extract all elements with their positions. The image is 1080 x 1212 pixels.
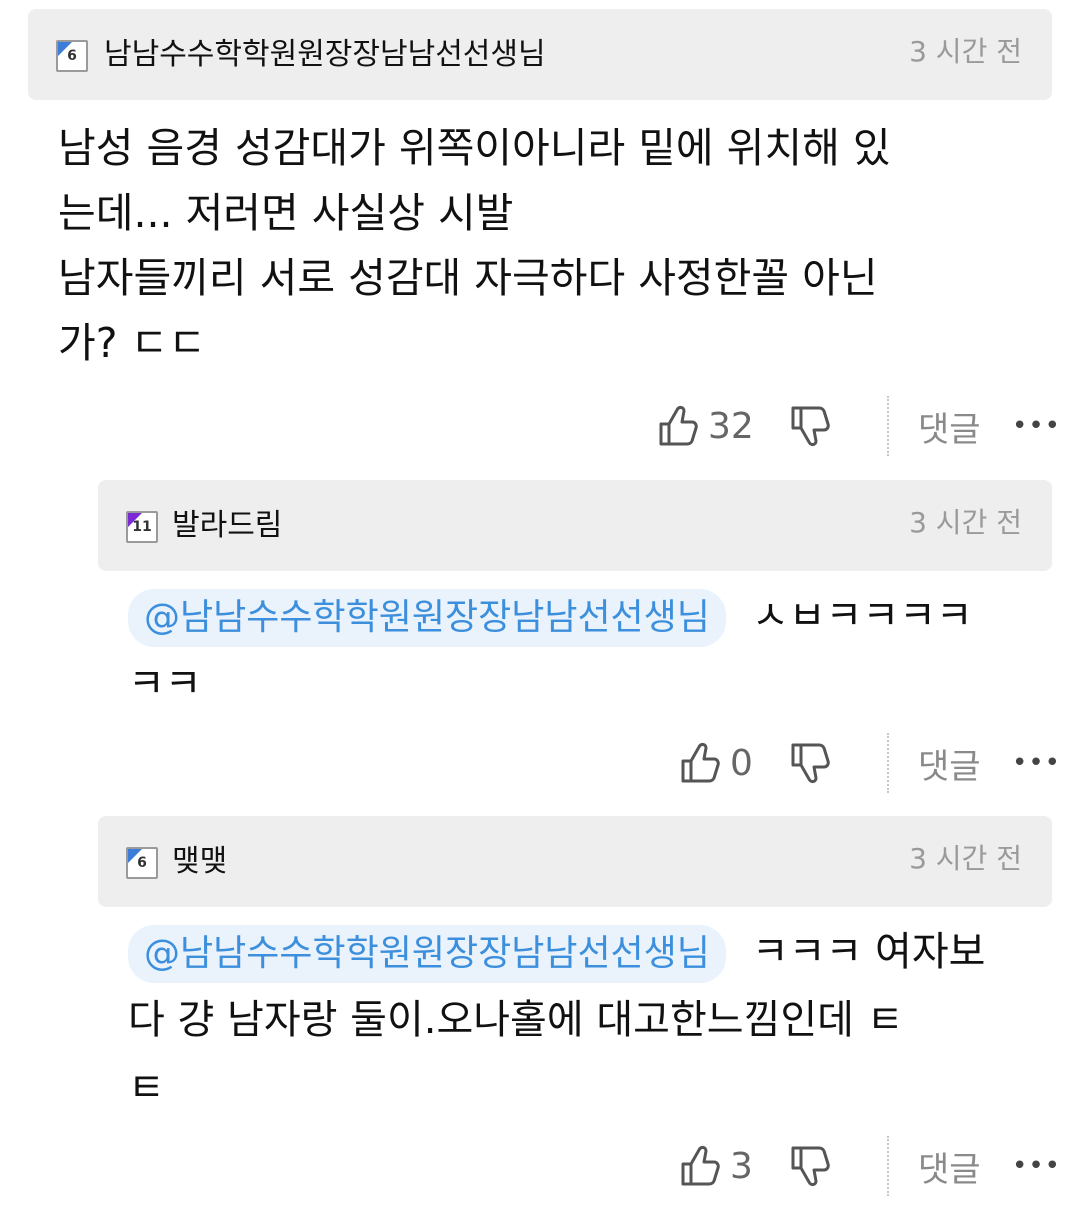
like-count: 32 <box>708 405 754 447</box>
reply-button[interactable]: 댓글 <box>918 396 981 456</box>
thumbs-down-icon <box>790 1144 830 1188</box>
divider <box>887 733 889 793</box>
username[interactable]: 맺맺 <box>172 842 227 882</box>
reply-header: 6 맺맺 3 시간 전 <box>98 816 1052 907</box>
level-badge-icon: 6 <box>56 40 88 72</box>
thumbs-down-icon <box>790 741 830 785</box>
comment-actions: 32 댓글 ••• <box>0 396 1080 456</box>
username[interactable]: 남남수수학학원원장장남남선선생님 <box>104 35 546 75</box>
more-dots-icon: ••• <box>1012 1151 1062 1181</box>
reply-button[interactable]: 댓글 <box>918 1136 981 1196</box>
dislike-button[interactable] <box>790 733 830 793</box>
comment-body: 남성 음경 성감대가 위쪽이아니라 밑에 위치해 있 는데... 저러면 사실상… <box>58 116 1048 376</box>
like-button[interactable]: 0 <box>680 733 753 793</box>
reply-body: @남남수수학학원원장장남남선선생님 ㅅㅂㅋㅋㅋㅋ ㅋㅋ <box>128 582 1048 718</box>
like-count: 3 <box>730 1145 753 1187</box>
mention-tag[interactable]: @남남수수학학원원장장남남선선생님 <box>128 589 726 647</box>
level-badge-icon: 6 <box>126 847 158 879</box>
comment-line: 남성 음경 성감대가 위쪽이아니라 밑에 위치해 있 <box>58 124 891 172</box>
timestamp: 3 시간 전 <box>909 35 1022 68</box>
reply-actions: 3 댓글 ••• <box>0 1136 1080 1196</box>
dislike-button[interactable] <box>790 1136 830 1196</box>
reply-header: 11 발라드림 3 시간 전 <box>98 480 1052 571</box>
like-button[interactable]: 3 <box>680 1136 753 1196</box>
username[interactable]: 발라드림 <box>172 506 282 546</box>
thumbs-up-icon <box>680 741 720 785</box>
mention-tag[interactable]: @남남수수학학원원장장남남선선생님 <box>128 925 726 983</box>
comment-line: 가? ㄷㄷ <box>58 319 206 367</box>
more-button[interactable]: ••• <box>1012 1136 1061 1196</box>
like-count: 0 <box>730 742 753 784</box>
divider <box>887 396 889 456</box>
reply-body: @남남수수학학원원장장남남선선생님 ㅋㅋㅋ 여자보 다 걍 남자랑 둘이.오나홀에… <box>128 918 1048 1122</box>
more-dots-icon: ••• <box>1012 411 1062 441</box>
reply-button[interactable]: 댓글 <box>918 733 981 793</box>
thumbs-up-icon <box>658 404 698 448</box>
timestamp: 3 시간 전 <box>909 506 1022 539</box>
dislike-button[interactable] <box>790 396 830 456</box>
more-button[interactable]: ••• <box>1012 396 1061 456</box>
thumbs-up-icon <box>680 1144 720 1188</box>
more-button[interactable]: ••• <box>1012 733 1061 793</box>
divider <box>887 1136 889 1196</box>
timestamp: 3 시간 전 <box>909 842 1022 875</box>
comment-header: 6 남남수수학학원원장장남남선선생님 3 시간 전 <box>28 9 1052 100</box>
more-dots-icon: ••• <box>1012 748 1062 778</box>
reply-actions: 0 댓글 ••• <box>0 733 1080 793</box>
level-badge-icon: 11 <box>126 511 158 543</box>
like-button[interactable]: 32 <box>658 396 754 456</box>
thumbs-down-icon <box>790 404 830 448</box>
comment-line: 남자들끼리 서로 성감대 자극하다 사정한꼴 아닌 <box>58 254 878 302</box>
comment-line: 는데... 저러면 사실상 시발 <box>58 189 514 237</box>
